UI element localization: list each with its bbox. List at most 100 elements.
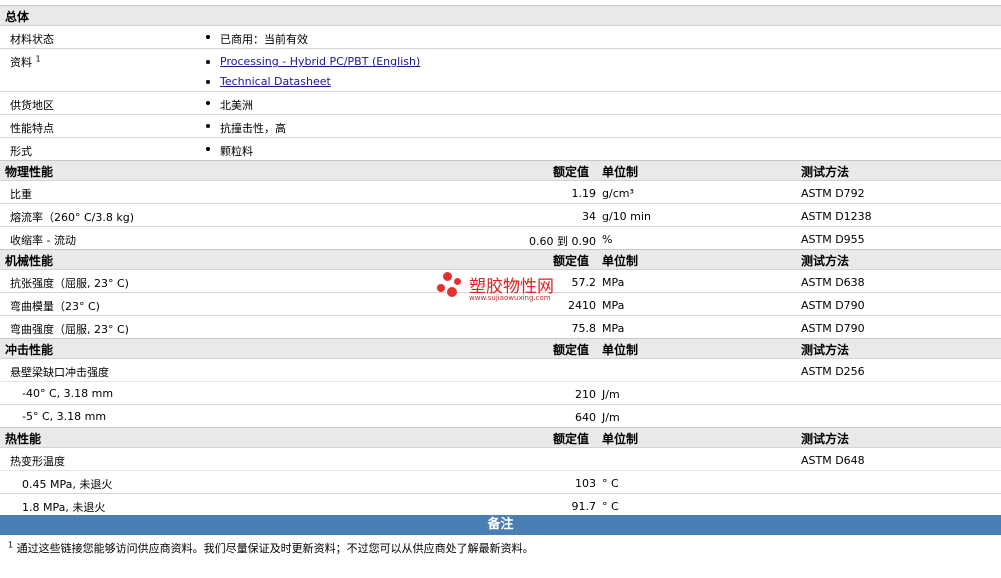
watermark-url: www.sujiaowuxing.com bbox=[469, 294, 551, 302]
row-value: 34 bbox=[582, 210, 596, 223]
footnote-marker: 1 bbox=[8, 540, 14, 550]
row-method: ASTM D955 bbox=[801, 233, 865, 246]
col-header-unit: 单位制 bbox=[602, 343, 639, 357]
row-value: 640 bbox=[575, 411, 596, 424]
row-unit: % bbox=[602, 233, 613, 246]
row-label: 抗张强度（屈服, 23° C) bbox=[10, 277, 129, 290]
col-header-method: 测试方法 bbox=[801, 343, 850, 357]
row-unit: ° C bbox=[602, 500, 619, 513]
logo-dot-icon bbox=[454, 278, 461, 285]
col-header-method: 测试方法 bbox=[801, 165, 850, 179]
col-header-unit: 单位制 bbox=[602, 432, 639, 446]
row-value: 已商用：当前有效 bbox=[220, 33, 308, 46]
row-label: 熔流率（260° C/3.8 kg) bbox=[10, 211, 135, 224]
general-row-region: 供货地区 北美洲 bbox=[0, 91, 1001, 114]
section-title: 总体 bbox=[5, 10, 30, 24]
footnote-marker: 1 bbox=[35, 54, 41, 64]
row-value: 57.2 bbox=[571, 276, 597, 289]
col-header-unit: 单位制 bbox=[602, 254, 639, 268]
row-label: -40° C, 3.18 mm bbox=[22, 387, 114, 400]
table-row: 收缩率 - 流动 0.60 到 0.90 % ASTM D955 bbox=[0, 226, 1001, 249]
col-header-value: 额定值 bbox=[553, 343, 590, 357]
row-method: ASTM D792 bbox=[801, 187, 865, 200]
row-label: 形式 bbox=[10, 145, 32, 158]
table-row: 1.8 MPa, 未退火 91.7 ° C bbox=[0, 493, 1001, 515]
row-unit: J/m bbox=[602, 388, 620, 401]
general-row-docs: 资料 1 Processing - Hybrid PC/PBT (English… bbox=[0, 48, 1001, 91]
row-method: ASTM D790 bbox=[801, 299, 865, 312]
section-title: 物理性能 bbox=[5, 165, 54, 179]
table-row: 悬壁梁缺口冲击强度 ASTM D256 bbox=[0, 358, 1001, 381]
table-row: 比重 1.19 g/cm³ ASTM D792 bbox=[0, 180, 1001, 203]
row-value: 0.60 到 0.90 bbox=[529, 235, 596, 248]
row-label: 悬壁梁缺口冲击强度 bbox=[10, 366, 109, 379]
section-title: 机械性能 bbox=[5, 254, 54, 268]
table-row: -5° C, 3.18 mm 640 J/m bbox=[0, 404, 1001, 427]
row-unit: MPa bbox=[602, 299, 625, 312]
row-unit: MPa bbox=[602, 276, 625, 289]
col-header-value: 额定值 bbox=[553, 432, 590, 446]
row-label: 弯曲强度（屈服, 23° C) bbox=[10, 323, 129, 336]
section-thermal-header: 热性能 额定值 单位制 测试方法 bbox=[0, 427, 1001, 447]
row-label: 收缩率 - 流动 bbox=[10, 234, 76, 247]
notes-body: 通过这些链接您能够访问供应商资料。我们尽量保证及时更新资料；不过您可以从供应商处… bbox=[16, 542, 534, 555]
notes-header: 备注 bbox=[0, 515, 1001, 535]
bullet-icon bbox=[206, 35, 210, 39]
row-value: 103 bbox=[575, 477, 596, 490]
logo-dot-icon bbox=[447, 287, 457, 297]
row-label: 供货地区 bbox=[10, 99, 54, 112]
notes-text: 1 通过这些链接您能够访问供应商资料。我们尽量保证及时更新资料；不过您可以从供应… bbox=[8, 540, 534, 556]
row-value: 颗粒料 bbox=[220, 145, 253, 158]
logo-dot-icon bbox=[437, 284, 445, 292]
row-unit: ° C bbox=[602, 477, 619, 490]
section-general-header: 总体 bbox=[0, 5, 1001, 25]
bullet-icon bbox=[206, 147, 210, 151]
col-header-method: 测试方法 bbox=[801, 432, 850, 446]
logo-dot-icon bbox=[443, 272, 452, 281]
row-label: -5° C, 3.18 mm bbox=[22, 410, 107, 423]
row-method: ASTM D648 bbox=[801, 454, 865, 467]
row-unit: J/m bbox=[602, 411, 620, 424]
row-label: 热变形温度 bbox=[10, 455, 65, 468]
col-header-value: 额定值 bbox=[553, 254, 590, 268]
bullet-icon bbox=[206, 124, 210, 128]
row-value: 抗撞击性，高 bbox=[220, 122, 286, 135]
col-header-unit: 单位制 bbox=[602, 165, 639, 179]
section-physical-header: 物理性能 额定值 单位制 测试方法 bbox=[0, 160, 1001, 180]
table-row: 弯曲强度（屈服, 23° C) 75.8 MPa ASTM D790 bbox=[0, 315, 1001, 338]
table-row: 热变形温度 ASTM D648 bbox=[0, 447, 1001, 470]
general-row-form: 形式 颗粒料 bbox=[0, 137, 1001, 160]
row-method: ASTM D1238 bbox=[801, 210, 872, 223]
section-impact-header: 冲击性能 额定值 单位制 测试方法 bbox=[0, 338, 1001, 358]
row-value: 91.7 bbox=[571, 500, 597, 513]
row-method: ASTM D638 bbox=[801, 276, 865, 289]
table-row: 0.45 MPa, 未退火 103 ° C bbox=[0, 470, 1001, 493]
general-row-features: 性能特点 抗撞击性，高 bbox=[0, 114, 1001, 137]
row-unit: g/cm³ bbox=[602, 187, 634, 200]
technical-datasheet-link[interactable]: Technical Datasheet bbox=[220, 75, 331, 88]
row-method: ASTM D256 bbox=[801, 365, 865, 378]
col-header-value: 额定值 bbox=[553, 165, 590, 179]
bullet-icon bbox=[206, 80, 210, 84]
row-value: 1.19 bbox=[571, 187, 597, 200]
general-row-status: 材料状态 已商用：当前有效 bbox=[0, 25, 1001, 48]
row-value: 北美洲 bbox=[220, 99, 253, 112]
col-header-method: 测试方法 bbox=[801, 254, 850, 268]
row-method: ASTM D790 bbox=[801, 322, 865, 335]
table-row: -40° C, 3.18 mm 210 J/m bbox=[0, 381, 1001, 404]
section-mechanical-header: 机械性能 额定值 单位制 测试方法 bbox=[0, 249, 1001, 269]
bullet-icon bbox=[206, 101, 210, 105]
row-label: 0.45 MPa, 未退火 bbox=[22, 478, 113, 491]
row-label: 材料状态 bbox=[10, 33, 54, 46]
row-value: 2410 bbox=[568, 299, 596, 312]
section-title: 热性能 bbox=[5, 432, 42, 446]
row-label: 比重 bbox=[10, 188, 32, 201]
row-label: 1.8 MPa, 未退火 bbox=[22, 501, 106, 514]
row-unit: MPa bbox=[602, 322, 625, 335]
row-label: 弯曲模量（23° C) bbox=[10, 300, 100, 313]
row-value: 210 bbox=[575, 388, 596, 401]
processing-link[interactable]: Processing - Hybrid PC/PBT (English) bbox=[220, 55, 420, 68]
row-label: 性能特点 bbox=[10, 122, 54, 135]
section-title: 冲击性能 bbox=[5, 343, 54, 357]
table-row: 熔流率（260° C/3.8 kg) 34 g/10 min ASTM D123… bbox=[0, 203, 1001, 226]
